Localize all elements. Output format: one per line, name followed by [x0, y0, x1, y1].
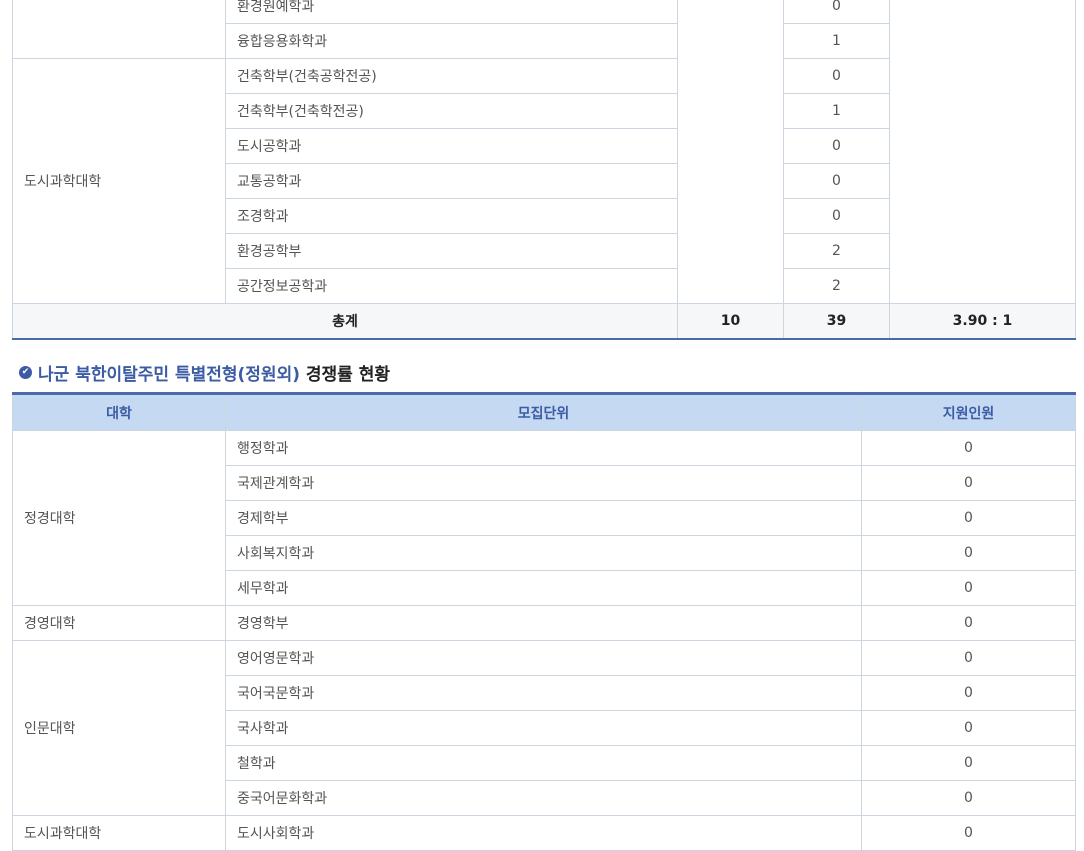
applicants-cell: 2 — [783, 268, 890, 304]
applicants-cell: 2 — [783, 233, 890, 269]
dept-cell: 행정학과 — [225, 430, 862, 466]
dept-cell: 국제관계학과 — [225, 465, 862, 501]
total-applicants: 39 — [783, 303, 890, 340]
dept-cell: 조경학과 — [225, 198, 678, 234]
total-label: 총계 — [12, 303, 678, 340]
college-cell: 도시과학대학 — [12, 58, 226, 304]
applicants-cell: 0 — [861, 675, 1076, 711]
dept-cell: 건축학부(건축학전공) — [225, 93, 678, 129]
table-row: 경영대학 경영학부 0 — [12, 605, 1076, 641]
total-quota: 10 — [677, 303, 784, 340]
dept-cell: 도시공학과 — [225, 128, 678, 164]
dept-cell: 영어영문학과 — [225, 640, 862, 676]
section-heading-rest: 경쟁률 현황 — [299, 365, 391, 385]
applicants-cell: 0 — [783, 128, 890, 164]
applicants-cell: 0 — [783, 0, 890, 24]
dept-cell: 국어국문학과 — [225, 675, 862, 711]
dept-cell: 철학과 — [225, 745, 862, 781]
dept-cell: 경제학부 — [225, 500, 862, 536]
dept-cell: 환경원예학과 — [225, 0, 678, 24]
applicants-cell: 0 — [861, 745, 1076, 781]
total-ratio: 3.90 : 1 — [889, 303, 1076, 340]
college-cell — [12, 0, 226, 59]
header-row: 대학 모집단위 지원인원 — [12, 393, 1076, 431]
table-row: 인문대학 영어영문학과 0 — [12, 640, 1076, 816]
section-heading-highlight: 나군 북한이탈주민 특별전형(정원외) — [38, 365, 300, 385]
table-row: 환경원예학과 0 — [12, 0, 1076, 304]
applicants-cell: 0 — [861, 640, 1076, 676]
dept-cell: 경영학부 — [225, 605, 862, 641]
applicants-cell: 0 — [783, 58, 890, 94]
dept-cell: 융합응용화학과 — [225, 23, 678, 59]
total-row: 총계 10 39 3.90 : 1 — [12, 303, 1076, 340]
quota-cell — [677, 0, 784, 304]
college-cell: 인문대학 — [12, 640, 226, 816]
applicants-cell: 1 — [783, 23, 890, 59]
check-circle-icon: ✔ — [19, 366, 32, 379]
applicants-cell: 0 — [861, 710, 1076, 746]
college-cell: 도시과학대학 — [12, 815, 226, 851]
dept-cell: 도시사회학과 — [225, 815, 862, 851]
dept-cell: 사회복지학과 — [225, 535, 862, 571]
college-cell: 정경대학 — [12, 430, 226, 606]
applicants-cell: 0 — [861, 815, 1076, 851]
applicants-cell: 1 — [783, 93, 890, 129]
applicants-cell: 0 — [861, 535, 1076, 571]
applicants-cell: 0 — [861, 780, 1076, 816]
applicants-cell: 0 — [861, 570, 1076, 606]
college-cell: 경영대학 — [12, 605, 226, 641]
dept-cell: 세무학과 — [225, 570, 862, 606]
col-header-unit: 모집단위 — [225, 393, 862, 431]
dept-cell: 환경공학부 — [225, 233, 678, 269]
col-header-college: 대학 — [12, 393, 226, 431]
dept-cell: 국사학과 — [225, 710, 862, 746]
dept-cell: 교통공학과 — [225, 163, 678, 199]
dept-cell: 중국어문화학과 — [225, 780, 862, 816]
section-heading: ✔ 나군 북한이탈주민 특별전형(정원외) 경쟁률 현황 — [19, 360, 390, 385]
table-row: 도시과학대학 도시사회학과 0 — [12, 815, 1076, 851]
applicants-cell: 0 — [861, 500, 1076, 536]
col-header-applicants: 지원인원 — [861, 393, 1076, 431]
applicants-cell: 0 — [783, 163, 890, 199]
applicants-cell: 0 — [783, 198, 890, 234]
dept-cell: 공간정보공학과 — [225, 268, 678, 304]
dept-cell: 건축학부(건축공학전공) — [225, 58, 678, 94]
applicants-cell: 0 — [861, 605, 1076, 641]
applicants-cell: 0 — [861, 465, 1076, 501]
competition-table: 대학 모집단위 지원인원 정경대학 행정학과 0 국제관계학과 0 경제학부 0… — [12, 392, 1076, 851]
ratio-cell — [889, 0, 1076, 304]
competition-table-prev: 환경원예학과 0 융합응용화학과 1 도시과학대학 건축학부(건축공학전공) 0… — [12, 0, 1076, 340]
table-row: 정경대학 행정학과 0 — [12, 430, 1076, 606]
applicants-cell: 0 — [861, 430, 1076, 466]
